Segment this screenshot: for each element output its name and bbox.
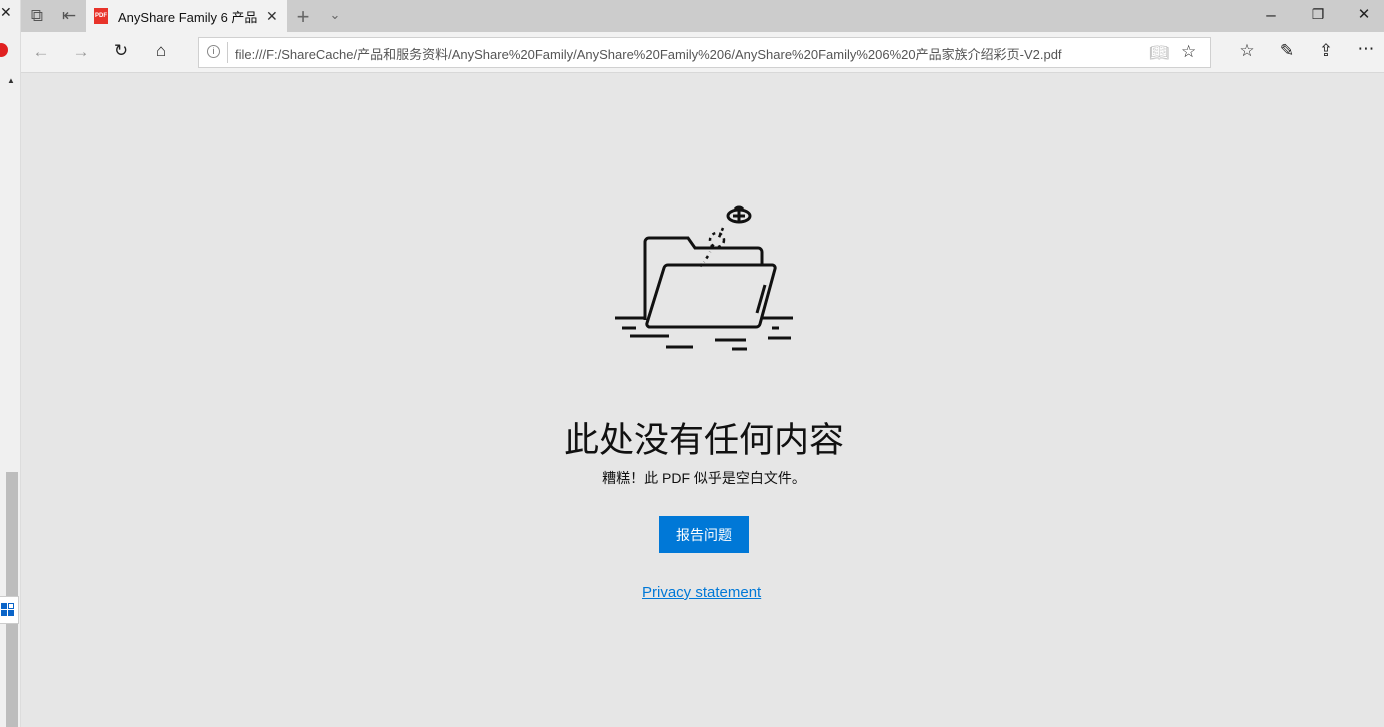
tab-active[interactable]: PDF AnyShare Family 6 产品 ✕ bbox=[86, 0, 287, 32]
app-badge-icon bbox=[0, 43, 8, 57]
more-icon[interactable]: ⋯ bbox=[1354, 40, 1378, 57]
share-icon[interactable]: ⇪ bbox=[1314, 42, 1338, 59]
empty-state-title: 此处没有任何内容 bbox=[563, 421, 844, 460]
close-icon[interactable]: ✕ bbox=[0, 4, 12, 21]
address-bar[interactable]: i file:///F:/ShareCache/产品和服务资料/AnyShare… bbox=[198, 37, 1211, 68]
forward-icon[interactable]: → bbox=[69, 43, 93, 60]
tab-list-chevron-icon[interactable]: ⌄ bbox=[323, 8, 347, 21]
new-tab-icon[interactable]: + bbox=[291, 6, 315, 28]
home-icon[interactable]: ⌂ bbox=[149, 42, 173, 59]
refresh-icon[interactable]: ↻ bbox=[109, 42, 133, 59]
divider bbox=[227, 42, 228, 63]
tabs-aside-icon[interactable]: ⧉ bbox=[25, 7, 49, 24]
empty-state-subtitle: 糟糕！此 PDF 似乎是空白文件。 bbox=[602, 470, 806, 486]
back-icon[interactable]: ← bbox=[29, 43, 53, 60]
favorites-hub-icon[interactable]: ☆ bbox=[1235, 42, 1259, 59]
set-tabs-aside-icon[interactable]: ⇤ bbox=[57, 7, 81, 24]
address-text: file:///F:/ShareCache/产品和服务资料/AnyShare%2… bbox=[235, 47, 1062, 62]
tab-title: AnyShare Family 6 产品 bbox=[118, 9, 258, 25]
window-close-icon[interactable]: ✕ bbox=[1352, 7, 1376, 22]
pdf-icon: PDF bbox=[94, 8, 108, 24]
scroll-up-arrow-icon[interactable]: ▲ bbox=[7, 76, 15, 85]
privacy-statement-link[interactable]: Privacy statement bbox=[642, 584, 761, 601]
empty-folder-illustration bbox=[615, 205, 793, 351]
reading-view-icon[interactable]: 📖︎ bbox=[1149, 43, 1169, 63]
site-info-icon[interactable]: i bbox=[207, 45, 220, 58]
report-issue-button[interactable]: 报告问题 bbox=[659, 516, 749, 553]
favorite-star-icon[interactable]: ☆ bbox=[1181, 42, 1196, 62]
minimize-icon[interactable]: – bbox=[1259, 6, 1283, 23]
restore-icon[interactable]: ❐ bbox=[1306, 7, 1330, 21]
windows-start-icon[interactable] bbox=[0, 596, 19, 624]
background-window-strip: ✕ ▲ bbox=[0, 0, 21, 727]
tab-close-icon[interactable]: ✕ bbox=[266, 8, 278, 25]
web-note-pen-icon[interactable]: ✎ bbox=[1275, 42, 1299, 59]
